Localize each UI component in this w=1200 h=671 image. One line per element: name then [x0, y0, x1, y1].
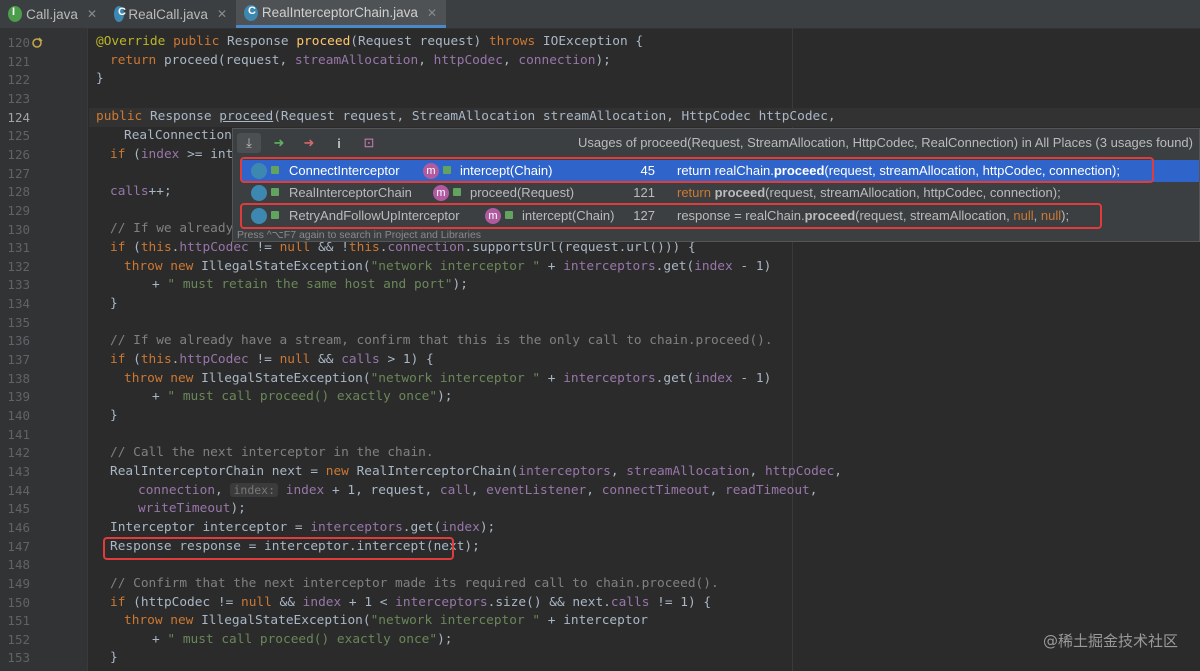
- code-line-136[interactable]: // If we already have a stream, confirm …: [110, 333, 773, 348]
- usage-row[interactable]: RealInterceptorChain m proceed(Request) …: [241, 182, 1199, 204]
- code-line-150[interactable]: if (httpCodec != null && index + 1 < int…: [110, 595, 711, 610]
- code-line-146[interactable]: Interceptor interceptor = interceptors.g…: [110, 520, 495, 535]
- popup-footer-hint: Press ^⌥F7 again to search in Project an…: [237, 229, 482, 241]
- code-line-144[interactable]: connection, index: index + 1, request, c…: [138, 483, 817, 498]
- parameter-hint: index:: [230, 483, 279, 497]
- line-number: 133: [7, 277, 30, 293]
- line-number: 146: [7, 519, 30, 535]
- line-number: 127: [7, 165, 30, 181]
- close-icon[interactable]: ✕: [87, 7, 97, 21]
- line-number: 149: [7, 575, 30, 591]
- highlight-box-usage-1: [240, 157, 1154, 183]
- class-icon: C: [114, 6, 126, 22]
- class-icon: C: [244, 4, 258, 21]
- merge-usages-icon[interactable]: ⤓: [237, 133, 261, 153]
- class-icon: [251, 185, 267, 201]
- line-number: 124: [7, 109, 30, 125]
- code-line-121[interactable]: return proceed(request, streamAllocation…: [110, 53, 611, 68]
- code-line-139[interactable]: + " must call proceed() exactly once");: [152, 389, 453, 404]
- line-number: 147: [7, 538, 30, 554]
- close-icon[interactable]: ✕: [427, 6, 437, 20]
- code-line-145[interactable]: writeTimeout);: [138, 501, 246, 516]
- method-filter-icon[interactable]: ⊡: [357, 133, 381, 153]
- tab-realcall-java[interactable]: C RealCall.java ✕: [106, 0, 236, 28]
- code-line-130[interactable]: // If we already: [110, 221, 233, 236]
- code-line-122[interactable]: }: [96, 71, 104, 86]
- tab-label: Call.java: [26, 6, 78, 22]
- line-number: 141: [7, 426, 30, 442]
- line-number: 122: [7, 72, 30, 88]
- line-number: 143: [7, 463, 30, 479]
- line-number: 130: [7, 221, 30, 237]
- line-number: 150: [7, 594, 30, 610]
- code-line-131[interactable]: if (this.httpCodec != null && !this.conn…: [110, 240, 696, 255]
- line-number: 137: [7, 352, 30, 368]
- line-number: 128: [7, 184, 30, 200]
- line-number: 151: [7, 613, 30, 629]
- code-line-143[interactable]: RealInterceptorChain next = new RealInte…: [110, 464, 842, 479]
- code-line-124[interactable]: public Response proceed(Request request,…: [96, 109, 836, 124]
- tab-label: RealCall.java: [128, 6, 208, 22]
- line-number: 131: [7, 240, 30, 256]
- line-number: 135: [7, 314, 30, 330]
- code-line-126[interactable]: if (index >= inte: [110, 147, 241, 162]
- line-number: 142: [7, 445, 30, 461]
- line-number: 153: [7, 650, 30, 666]
- line-number: 121: [7, 53, 30, 69]
- code-line-138[interactable]: throw new IllegalStateException("network…: [124, 371, 771, 386]
- line-number: 125: [7, 128, 30, 144]
- line-number: 132: [7, 258, 30, 274]
- line-number: 136: [7, 333, 30, 349]
- info-icon[interactable]: i: [327, 133, 351, 153]
- line-number: 138: [7, 370, 30, 386]
- code-line-120[interactable]: @Override public Response proceed(Reques…: [96, 34, 643, 49]
- line-number: 148: [7, 557, 30, 573]
- tab-label: RealInterceptorChain.java: [261, 5, 418, 20]
- override-marker-icon[interactable]: [32, 37, 43, 48]
- line-number: 134: [7, 296, 30, 312]
- code-line-133[interactable]: + " must retain the same host and port")…: [152, 277, 468, 292]
- popup-title: Usages of proceed(Request, StreamAllocat…: [578, 135, 1193, 150]
- close-icon[interactable]: ✕: [217, 7, 227, 21]
- highlight-box-usage-3: [240, 203, 1102, 229]
- code-line-140[interactable]: }: [110, 408, 118, 423]
- code-line-128[interactable]: calls++;: [110, 184, 172, 199]
- navigate-prev-icon[interactable]: ➜: [297, 133, 321, 153]
- line-number: 123: [7, 90, 30, 106]
- lock-icon: [453, 188, 461, 196]
- code-line-134[interactable]: }: [110, 296, 118, 311]
- interface-icon: I: [8, 6, 23, 22]
- method-icon: m: [433, 185, 449, 201]
- line-number: 126: [7, 146, 30, 162]
- watermark: @稀土掘金技术社区: [1042, 632, 1178, 650]
- line-number: 129: [7, 202, 30, 218]
- line-number: 140: [7, 408, 30, 423]
- line-number: 139: [7, 389, 30, 405]
- line-number: 145: [7, 501, 30, 517]
- code-line-153[interactable]: }: [110, 650, 118, 665]
- code-line-137[interactable]: if (this.httpCodec != null && calls > 1)…: [110, 352, 434, 367]
- code-line-132[interactable]: throw new IllegalStateException("network…: [124, 259, 771, 274]
- highlight-box-line-147: [103, 537, 454, 560]
- navigate-next-icon[interactable]: ➜: [267, 133, 291, 153]
- tab-call-java[interactable]: I Call.java ✕: [0, 0, 106, 28]
- tab-realinterceptorchain-java[interactable]: C RealInterceptorChain.java ✕: [236, 0, 446, 28]
- line-number: 144: [7, 482, 30, 498]
- line-number: 120: [7, 35, 30, 50]
- line-number: 152: [7, 631, 30, 647]
- code-line-151[interactable]: throw new IllegalStateException("network…: [124, 613, 648, 628]
- lock-icon: [271, 188, 279, 196]
- code-line-142[interactable]: // Call the next interceptor in the chai…: [110, 445, 434, 460]
- code-line-149[interactable]: // Confirm that the next interceptor mad…: [110, 576, 719, 591]
- code-line-152[interactable]: + " must call proceed() exactly once");: [152, 632, 453, 647]
- code-line-125[interactable]: RealConnection: [124, 128, 232, 143]
- editor-tab-bar: I Call.java ✕ C RealCall.java ✕ C RealIn…: [0, 0, 1200, 29]
